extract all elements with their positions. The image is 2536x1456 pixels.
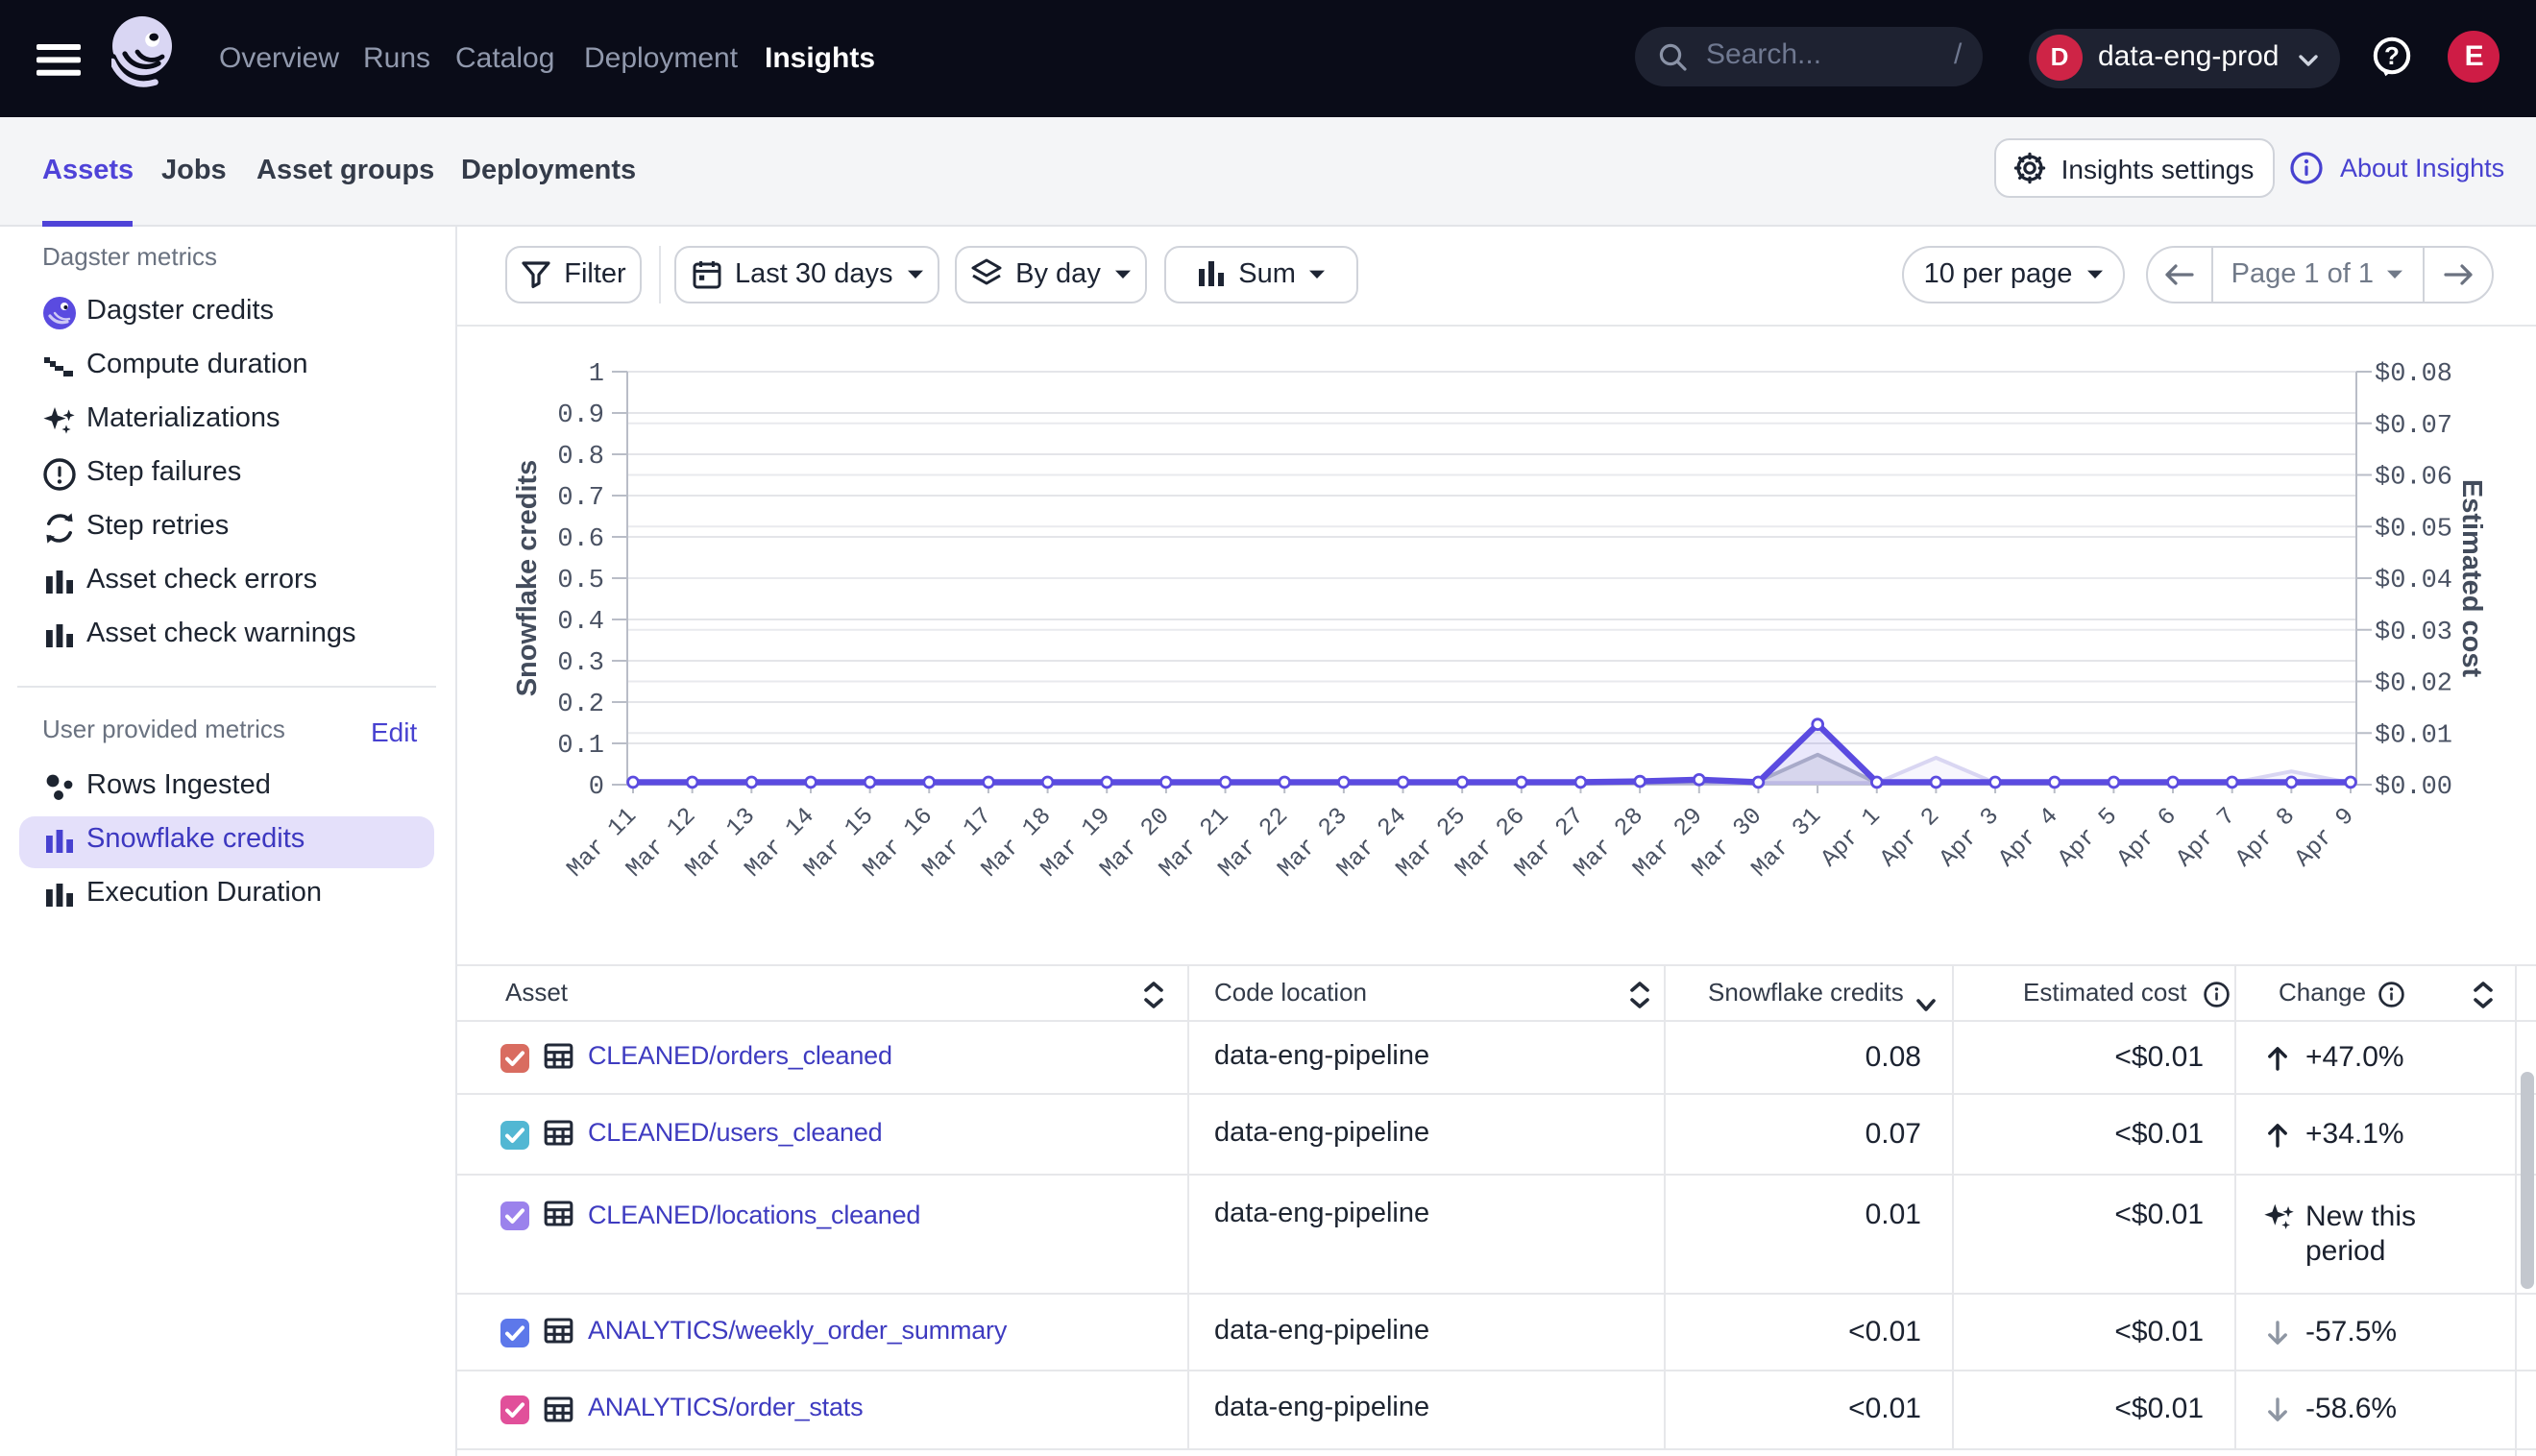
svg-text:Apr 4: Apr 4 — [1993, 802, 2064, 873]
svg-text:0.7: 0.7 — [557, 484, 604, 513]
svg-text:Estimated cost: Estimated cost — [2456, 479, 2487, 678]
svg-text:0.8: 0.8 — [557, 443, 604, 472]
svg-text:Apr 3: Apr 3 — [1934, 802, 2005, 873]
svg-text:Apr 2: Apr 2 — [1875, 802, 1946, 873]
svg-text:Snowflake credits: Snowflake credits — [512, 460, 543, 697]
svg-text:$0.02: $0.02 — [2375, 670, 2452, 699]
svg-text:1: 1 — [589, 360, 604, 389]
svg-text:Apr 9: Apr 9 — [2289, 802, 2360, 873]
svg-text:0.4: 0.4 — [557, 608, 604, 637]
svg-text:$0.08: $0.08 — [2375, 360, 2452, 389]
svg-text:Apr 6: Apr 6 — [2111, 802, 2182, 873]
svg-text:$0.04: $0.04 — [2375, 567, 2452, 595]
svg-text:$0.06: $0.06 — [2375, 464, 2452, 493]
svg-text:0.1: 0.1 — [557, 732, 604, 761]
svg-text:Apr 5: Apr 5 — [2052, 802, 2123, 873]
svg-text:$0.01: $0.01 — [2375, 721, 2452, 750]
svg-text:Apr 7: Apr 7 — [2171, 802, 2242, 873]
svg-text:Apr 8: Apr 8 — [2230, 802, 2301, 873]
svg-text:0.2: 0.2 — [557, 691, 604, 719]
svg-text:$0.05: $0.05 — [2375, 515, 2452, 544]
svg-text:?: ? — [2384, 41, 2400, 70]
svg-text:0.9: 0.9 — [557, 401, 604, 430]
svg-text:Apr 1: Apr 1 — [1816, 802, 1887, 873]
svg-text:0.3: 0.3 — [557, 649, 604, 678]
svg-text:$0.03: $0.03 — [2375, 619, 2452, 647]
svg-text:0: 0 — [589, 773, 604, 802]
svg-text:0.5: 0.5 — [557, 567, 604, 595]
svg-text:$0.07: $0.07 — [2375, 412, 2452, 441]
svg-text:$0.00: $0.00 — [2375, 773, 2452, 802]
svg-text:0.6: 0.6 — [557, 525, 604, 554]
